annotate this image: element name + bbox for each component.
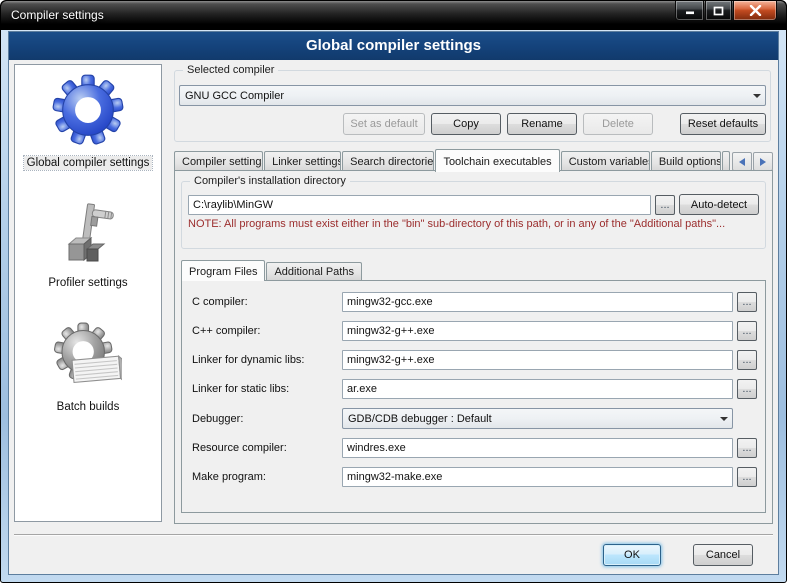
sidebar-item-label: Batch builds bbox=[54, 400, 123, 414]
dynamic-linker-input[interactable] bbox=[342, 350, 733, 370]
rename-button[interactable]: Rename bbox=[507, 113, 577, 135]
browse-file-button[interactable]: ... bbox=[737, 321, 757, 341]
arrow-right-icon bbox=[759, 158, 767, 166]
caliper-icon bbox=[56, 201, 120, 272]
sidebar-item-label: Profiler settings bbox=[45, 276, 130, 290]
browse-file-button[interactable]: ... bbox=[737, 379, 757, 399]
close-icon bbox=[749, 5, 762, 16]
debugger-value: GDB/CDB debugger : Default bbox=[343, 413, 715, 425]
browse-file-button[interactable]: ... bbox=[737, 467, 757, 487]
selected-compiler-combobox[interactable]: GNU GCC Compiler bbox=[179, 85, 766, 106]
tab-linker-settings[interactable]: Linker settings bbox=[264, 151, 341, 171]
browse-file-button[interactable]: ... bbox=[737, 438, 757, 458]
subtab-program-files[interactable]: Program Files bbox=[181, 260, 265, 281]
subtab-additional-paths[interactable]: Additional Paths bbox=[266, 262, 362, 280]
close-button[interactable] bbox=[733, 1, 777, 21]
field-label: Make program: bbox=[192, 471, 342, 483]
selected-compiler-value: GNU GCC Compiler bbox=[180, 90, 748, 102]
copy-button[interactable]: Copy bbox=[431, 113, 501, 135]
dynamic-linker-row: Linker for dynamic libs: ... bbox=[192, 350, 757, 370]
cpp-compiler-row: C++ compiler: ... bbox=[192, 321, 757, 341]
tab-scroll-left-button[interactable] bbox=[732, 152, 752, 171]
delete-button[interactable]: Delete bbox=[583, 113, 653, 135]
minimize-icon bbox=[685, 6, 695, 15]
resource-compiler-input[interactable] bbox=[342, 438, 733, 458]
compiler-actions: Set as default Copy Rename Delete Reset … bbox=[343, 113, 766, 135]
settings-category-list: Global compiler settings bbox=[14, 64, 162, 522]
page-title: Global compiler settings bbox=[9, 32, 778, 60]
resource-compiler-row: Resource compiler: ... bbox=[192, 438, 757, 458]
browse-file-button[interactable]: ... bbox=[737, 350, 757, 370]
field-label: Linker for dynamic libs: bbox=[192, 354, 342, 366]
tab-build-options[interactable]: Build options bbox=[651, 151, 721, 171]
tab-compiler-settings[interactable]: Compiler settings bbox=[174, 151, 263, 171]
chevron-down-icon bbox=[748, 86, 765, 105]
browse-file-button[interactable]: ... bbox=[737, 292, 757, 312]
maximize-icon bbox=[713, 6, 724, 16]
window-title: Compiler settings bbox=[11, 1, 104, 29]
sidebar-item-batch-builds[interactable]: Batch builds bbox=[15, 313, 161, 415]
tab-partial[interactable] bbox=[722, 151, 730, 171]
debugger-row: Debugger: GDB/CDB debugger : Default bbox=[192, 408, 757, 429]
toolchain-executables-panel: Compiler's installation directory ... Au… bbox=[174, 170, 773, 524]
make-program-input[interactable] bbox=[342, 467, 733, 487]
tab-scroll-right-button[interactable] bbox=[753, 152, 773, 171]
c-compiler-input[interactable] bbox=[342, 292, 733, 312]
arrow-left-icon bbox=[738, 158, 746, 166]
installation-directory-input[interactable] bbox=[188, 195, 651, 215]
program-files-panel: C compiler: ... C++ compiler: ... Linker bbox=[181, 280, 766, 513]
compiler-settings-tabs: Compiler settings Linker settings Search… bbox=[174, 148, 773, 171]
dialog-footer: OK Cancel bbox=[14, 534, 773, 574]
window-controls bbox=[675, 1, 777, 21]
gear-batch-icon bbox=[54, 321, 122, 396]
minimize-button[interactable] bbox=[675, 1, 704, 21]
program-tabs: Program Files Additional Paths bbox=[181, 259, 772, 280]
make-program-row: Make program: ... bbox=[192, 467, 757, 487]
field-label: Linker for static libs: bbox=[192, 383, 342, 395]
static-linker-input[interactable] bbox=[342, 379, 733, 399]
tab-toolchain-executables[interactable]: Toolchain executables bbox=[435, 149, 559, 172]
window-frame: Global compiler settings bbox=[1, 30, 786, 582]
browse-directory-button[interactable]: ... bbox=[655, 195, 675, 215]
static-linker-row: Linker for static libs: ... bbox=[192, 379, 757, 399]
group-label: Selected compiler bbox=[183, 63, 278, 77]
tab-custom-variables[interactable]: Custom variables bbox=[561, 151, 650, 171]
titlebar: Compiler settings bbox=[1, 1, 786, 30]
set-as-default-button[interactable]: Set as default bbox=[343, 113, 425, 135]
installation-directory-group: Compiler's installation directory ... Au… bbox=[181, 181, 766, 249]
reset-defaults-button[interactable]: Reset defaults bbox=[680, 113, 766, 135]
auto-detect-button[interactable]: Auto-detect bbox=[679, 194, 759, 215]
sidebar-item-label: Global compiler settings bbox=[24, 156, 153, 170]
dialog-body: Global compiler settings bbox=[8, 31, 779, 575]
tab-search-directories[interactable]: Search directories bbox=[342, 151, 434, 171]
field-label: Debugger: bbox=[192, 413, 342, 425]
dialog-content: Global compiler settings bbox=[14, 64, 773, 532]
debugger-combobox[interactable]: GDB/CDB debugger : Default bbox=[342, 408, 733, 429]
note-text: NOTE: All programs must exist either in … bbox=[188, 218, 759, 230]
compiler-settings-window: Compiler settings Global compiler settin… bbox=[0, 0, 787, 583]
ok-button[interactable]: OK bbox=[603, 544, 661, 566]
installation-directory-row: ... Auto-detect bbox=[188, 194, 759, 215]
chevron-down-icon bbox=[715, 409, 732, 428]
cpp-compiler-input[interactable] bbox=[342, 321, 733, 341]
maximize-button[interactable] bbox=[705, 1, 732, 21]
field-label: Resource compiler: bbox=[192, 442, 342, 454]
c-compiler-row: C compiler: ... bbox=[192, 292, 757, 312]
sidebar-item-profiler-settings[interactable]: Profiler settings bbox=[15, 193, 161, 291]
gear-blue-icon bbox=[52, 73, 124, 152]
group-label: Compiler's installation directory bbox=[190, 174, 350, 188]
sidebar-item-global-compiler-settings[interactable]: Global compiler settings bbox=[15, 65, 161, 171]
cancel-button[interactable]: Cancel bbox=[693, 544, 753, 566]
field-label: C++ compiler: bbox=[192, 325, 342, 337]
field-label: C compiler: bbox=[192, 296, 342, 308]
main-panel: Selected compiler GNU GCC Compiler Set a… bbox=[174, 64, 773, 532]
selected-compiler-group: Selected compiler GNU GCC Compiler Set a… bbox=[174, 70, 771, 142]
